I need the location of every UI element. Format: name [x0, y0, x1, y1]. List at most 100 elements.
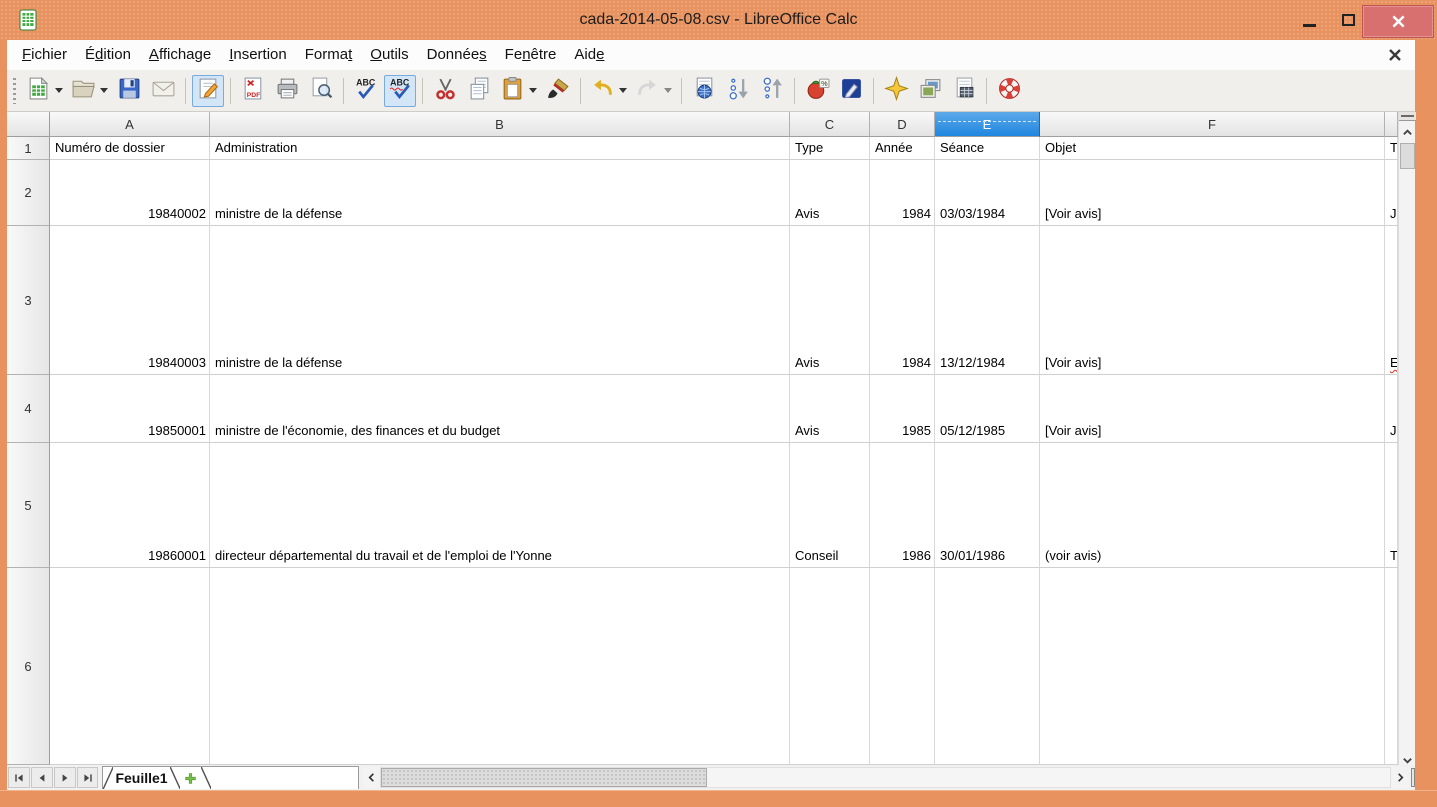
column-header-d[interactable]: D: [870, 112, 935, 137]
cell[interactable]: [210, 568, 790, 765]
redo-button[interactable]: [632, 75, 675, 107]
cell[interactable]: ministre de la défense: [210, 160, 790, 226]
cell[interactable]: 19840003: [50, 226, 210, 375]
cell[interactable]: [Voir avis]: [1040, 375, 1385, 443]
cell[interactable]: [870, 568, 935, 765]
column-header-partial[interactable]: [1385, 112, 1398, 137]
horizontal-scrollbar[interactable]: [380, 767, 1391, 788]
menu-item-fenetre[interactable]: Fenêtre: [496, 40, 566, 70]
print-button[interactable]: [271, 75, 303, 107]
export-pdf-button[interactable]: PDF: [237, 75, 269, 107]
copy-button[interactable]: [463, 75, 495, 107]
cell[interactable]: Tr: [1385, 443, 1398, 568]
column-header-f[interactable]: F: [1040, 112, 1385, 137]
hscroll-left-button[interactable]: [363, 767, 381, 788]
cell[interactable]: 03/03/1984: [935, 160, 1040, 226]
horizontal-split-handle[interactable]: [1411, 768, 1415, 787]
undo-button[interactable]: [587, 75, 630, 107]
row-header-3[interactable]: 3: [7, 226, 50, 375]
menu-item-format[interactable]: Format: [296, 40, 362, 70]
open-dropdown-arrow[interactable]: [100, 88, 108, 93]
cell[interactable]: 1984: [870, 160, 935, 226]
cell[interactable]: E: [1385, 226, 1398, 375]
toolbar-drag-handle[interactable]: [13, 78, 16, 104]
close-button[interactable]: [1362, 5, 1434, 38]
cell[interactable]: [935, 568, 1040, 765]
cell[interactable]: [790, 568, 870, 765]
new-document-dropdown-arrow[interactable]: [55, 88, 63, 93]
cell[interactable]: Objet: [1040, 137, 1385, 160]
cell[interactable]: [1040, 568, 1385, 765]
menu-item-insertion[interactable]: Insertion: [220, 40, 296, 70]
vertical-scrollbar-thumb[interactable]: [1400, 143, 1415, 169]
cut-button[interactable]: [429, 75, 461, 107]
cell[interactable]: 30/01/1986: [935, 443, 1040, 568]
paste-dropdown-arrow[interactable]: [529, 88, 537, 93]
cell[interactable]: Séance: [935, 137, 1040, 160]
cell[interactable]: Conseil: [790, 443, 870, 568]
cell[interactable]: (voir avis): [1040, 443, 1385, 568]
navigator-button[interactable]: [880, 75, 912, 107]
cell[interactable]: 1985: [870, 375, 935, 443]
row-header-6[interactable]: 6: [7, 568, 50, 765]
cell[interactable]: ministre de l'économie, des finances et …: [210, 375, 790, 443]
redo-dropdown-arrow[interactable]: [664, 88, 672, 93]
select-all-corner[interactable]: [7, 112, 50, 137]
cell[interactable]: Type: [790, 137, 870, 160]
gallery-button[interactable]: [914, 75, 946, 107]
auto-spellcheck-button[interactable]: ABC: [384, 75, 416, 107]
show-draw-functions-button[interactable]: [835, 75, 867, 107]
cell[interactable]: Année: [870, 137, 935, 160]
cell[interactable]: Administration: [210, 137, 790, 160]
cell[interactable]: Ju: [1385, 160, 1398, 226]
data-sources-button[interactable]: [948, 75, 980, 107]
cell[interactable]: 19840002: [50, 160, 210, 226]
cell[interactable]: Avis: [790, 226, 870, 375]
edit-mode-button[interactable]: [192, 75, 224, 107]
cell[interactable]: 13/12/1984: [935, 226, 1040, 375]
cell[interactable]: Th: [1385, 137, 1398, 160]
spelling-button[interactable]: ABC: [350, 75, 382, 107]
cell[interactable]: 19860001: [50, 443, 210, 568]
sheet-tab-feuille1[interactable]: Feuille1: [113, 767, 169, 789]
menu-item-outils[interactable]: Outils: [361, 40, 417, 70]
vertical-split-handle[interactable]: [1399, 112, 1416, 121]
cell[interactable]: 1986: [870, 443, 935, 568]
column-header-b[interactable]: B: [210, 112, 790, 137]
column-header-c[interactable]: C: [790, 112, 870, 137]
email-document-button[interactable]: [147, 75, 179, 107]
hscroll-right-button[interactable]: [1391, 767, 1409, 788]
cell[interactable]: 19850001: [50, 375, 210, 443]
cell[interactable]: [Voir avis]: [1040, 226, 1385, 375]
vertical-scrollbar[interactable]: [1398, 112, 1415, 770]
help-button[interactable]: [993, 75, 1025, 107]
row-header-5[interactable]: 5: [7, 443, 50, 568]
cell[interactable]: 05/12/1985: [935, 375, 1040, 443]
cell[interactable]: [1385, 568, 1398, 765]
cell[interactable]: 1984: [870, 226, 935, 375]
cell[interactable]: Avis: [790, 375, 870, 443]
cell[interactable]: directeur départemental du travail et de…: [210, 443, 790, 568]
insert-chart-button[interactable]: %: [801, 75, 833, 107]
row-header-4[interactable]: 4: [7, 375, 50, 443]
menu-item-donnees[interactable]: Données: [418, 40, 496, 70]
row-header-1[interactable]: 1: [7, 137, 50, 160]
column-header-e[interactable]: E: [935, 112, 1040, 137]
menu-item-affichage[interactable]: Affichage: [140, 40, 220, 70]
last-sheet-button[interactable]: [77, 767, 99, 788]
cell[interactable]: Avis: [790, 160, 870, 226]
print-preview-button[interactable]: [305, 75, 337, 107]
close-document-button[interactable]: [1387, 47, 1403, 63]
cell[interactable]: Ju: [1385, 375, 1398, 443]
cell[interactable]: [50, 568, 210, 765]
first-sheet-button[interactable]: [8, 767, 30, 788]
cell[interactable]: Numéro de dossier: [50, 137, 210, 160]
undo-dropdown-arrow[interactable]: [619, 88, 627, 93]
minimize-button[interactable]: [1293, 0, 1325, 40]
menu-item-aide[interactable]: Aide: [565, 40, 613, 70]
row-header-2[interactable]: 2: [7, 160, 50, 226]
add-sheet-button[interactable]: [180, 767, 201, 789]
paste-button[interactable]: [497, 75, 540, 107]
cell[interactable]: [Voir avis]: [1040, 160, 1385, 226]
menu-item-fichier[interactable]: Fichier: [13, 40, 76, 70]
